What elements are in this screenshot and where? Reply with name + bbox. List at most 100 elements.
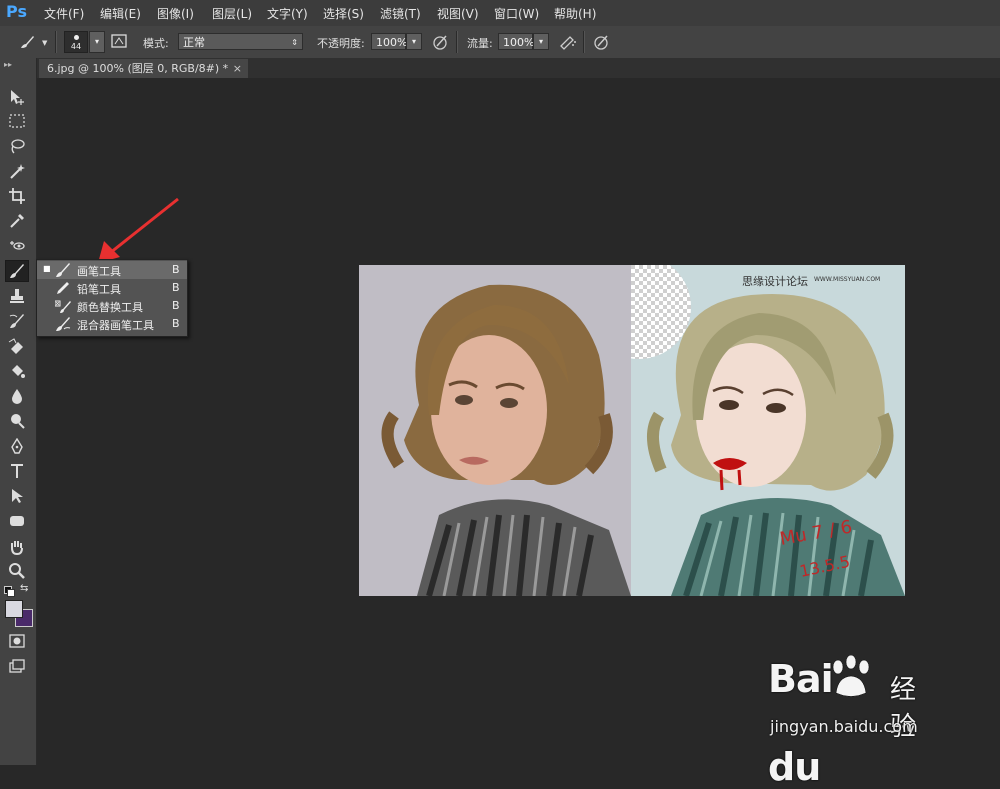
watermark-url: jingyan.baidu.com xyxy=(770,717,918,736)
default-colors-icon[interactable] xyxy=(4,586,15,597)
menu-help[interactable]: 帮助(H) xyxy=(554,5,596,22)
blur-tool[interactable] xyxy=(5,385,29,407)
mixer-brush-icon xyxy=(56,317,71,331)
eraser-icon xyxy=(8,338,23,354)
history-brush-tool[interactable] xyxy=(5,310,29,332)
watermark-text-cn: 思缘设计论坛 xyxy=(742,275,808,288)
lasso-tool[interactable] xyxy=(5,135,29,157)
mode-label: 模式: xyxy=(143,37,169,50)
opacity-slider-dropdown[interactable]: ▾ xyxy=(406,33,422,50)
brush-icon xyxy=(10,264,24,278)
menu-image[interactable]: 图像(I) xyxy=(157,5,194,22)
foreground-color-swatch[interactable] xyxy=(5,600,23,618)
menu-view[interactable]: 视图(V) xyxy=(437,5,479,22)
flyout-label: 颜色替换工具 xyxy=(77,301,143,314)
menu-bar: Ps 文件(F) 编辑(E) 图像(I) 图层(L) 文字(Y) 选择(S) 滤… xyxy=(0,0,1000,26)
zoom-icon xyxy=(9,563,25,579)
brush-tip-icon xyxy=(74,35,79,40)
menu-type[interactable]: 文字(Y) xyxy=(267,5,308,22)
airbrush-toggle[interactable] xyxy=(558,32,578,52)
original-portrait xyxy=(359,265,631,596)
zoom-tool[interactable] xyxy=(5,560,29,582)
eyedropper-tool[interactable] xyxy=(5,210,29,232)
painted-photo: Mu 7 / 6 13.5.5 xyxy=(587,265,905,596)
document-image[interactable]: Mu 7 / 6 13.5.5 思缘设计论坛 WWW.MISSYUAN.COM xyxy=(359,265,905,596)
close-icon[interactable]: × xyxy=(233,59,242,78)
brush-panel-toggle[interactable] xyxy=(110,32,130,52)
shape-tool[interactable] xyxy=(5,510,29,532)
lasso-icon xyxy=(11,139,25,154)
menu-window[interactable]: 窗口(W) xyxy=(494,5,539,22)
color-replacement-icon xyxy=(55,300,71,313)
menu-file[interactable]: 文件(F) xyxy=(44,5,84,22)
move-icon xyxy=(11,90,24,105)
path-selection-tool[interactable] xyxy=(5,485,29,507)
updown-icon: ⇕ xyxy=(291,38,298,47)
brush-size-picker[interactable]: 44 xyxy=(64,31,88,53)
pressure-opacity-toggle[interactable] xyxy=(431,32,451,52)
brush-icon xyxy=(56,263,70,277)
move-tool[interactable] xyxy=(5,86,29,108)
flyout-shortcut: B xyxy=(172,317,180,330)
paw-logo-icon xyxy=(832,655,870,697)
opacity-label: 不透明度: xyxy=(317,37,365,50)
pen-pressure-icon xyxy=(433,35,447,50)
flyout-label: 铅笔工具 xyxy=(77,283,121,296)
pressure-size-toggle[interactable] xyxy=(592,32,612,52)
tool-preset-picker[interactable] xyxy=(18,32,38,52)
preset-dropdown-icon[interactable]: ▼ xyxy=(42,39,47,47)
flyout-item-color-replacement[interactable]: 颜色替换工具 B xyxy=(37,297,187,315)
quick-mask-icon xyxy=(9,634,25,648)
brush-preset-icon xyxy=(21,36,34,48)
blur-drop-icon xyxy=(12,389,22,404)
document-tab[interactable]: 6.jpg @ 100% (图层 0, RGB/8#) * × xyxy=(39,59,248,78)
magic-wand-tool[interactable] xyxy=(5,160,29,182)
crop-tool[interactable] xyxy=(5,185,29,207)
paint-bucket-tool[interactable] xyxy=(5,360,29,382)
pencil-icon xyxy=(57,282,69,294)
flyout-shortcut: B xyxy=(172,299,180,312)
menu-layer[interactable]: 图层(L) xyxy=(212,5,252,22)
dodge-icon xyxy=(11,414,25,429)
flyout-item-pencil[interactable]: 铅笔工具 B xyxy=(37,279,187,297)
collapse-icon[interactable]: ▸▸ xyxy=(4,60,12,69)
brush-size-dropdown[interactable]: ▾ xyxy=(89,31,105,53)
brush-size-value: 44 xyxy=(70,42,82,51)
screen-mode-icon xyxy=(9,659,25,673)
type-tool[interactable] xyxy=(5,460,29,482)
mode-value: 正常 xyxy=(183,36,205,49)
healing-icon xyxy=(10,241,25,250)
spot-healing-tool[interactable] xyxy=(5,235,29,257)
quick-mask-button[interactable] xyxy=(5,630,29,652)
history-brush-icon xyxy=(9,314,24,328)
menu-filter[interactable]: 滤镜(T) xyxy=(380,5,421,22)
flow-slider-dropdown[interactable]: ▾ xyxy=(533,33,549,50)
pen-tool[interactable] xyxy=(5,436,29,458)
marquee-tool[interactable] xyxy=(5,110,29,132)
eraser-tool[interactable] xyxy=(5,335,29,357)
clone-stamp-tool[interactable] xyxy=(5,285,29,307)
dodge-tool[interactable] xyxy=(5,410,29,432)
opacity-input[interactable]: 100% xyxy=(371,33,407,50)
flyout-item-mixer-brush[interactable]: 混合器画笔工具 B xyxy=(37,315,187,333)
divider xyxy=(456,31,458,53)
airbrush-icon xyxy=(560,36,576,50)
eyedropper-icon xyxy=(10,214,24,228)
stamp-icon xyxy=(10,289,24,303)
menu-select[interactable]: 选择(S) xyxy=(323,5,364,22)
mode-select[interactable]: 正常 ⇕ xyxy=(178,33,303,50)
selected-bullet: ■ xyxy=(43,264,51,273)
flyout-shortcut: B xyxy=(172,263,180,276)
paint-bucket-icon xyxy=(12,365,25,378)
menu-edit[interactable]: 编辑(E) xyxy=(100,5,141,22)
document-tab-title: 6.jpg @ 100% (图层 0, RGB/8#) * xyxy=(47,62,229,75)
flyout-label: 画笔工具 xyxy=(77,265,121,278)
flyout-label: 混合器画笔工具 xyxy=(77,319,154,332)
flyout-item-brush[interactable]: ■ 画笔工具 B xyxy=(37,261,187,279)
painted-portrait: Mu 7 / 6 13.5.5 xyxy=(587,265,905,596)
brush-tool[interactable] xyxy=(5,260,29,282)
screen-mode-button[interactable] xyxy=(5,655,29,677)
flow-input[interactable]: 100% xyxy=(498,33,534,50)
swap-colors-icon[interactable]: ⇆ xyxy=(20,583,28,594)
hand-tool[interactable] xyxy=(5,536,29,558)
